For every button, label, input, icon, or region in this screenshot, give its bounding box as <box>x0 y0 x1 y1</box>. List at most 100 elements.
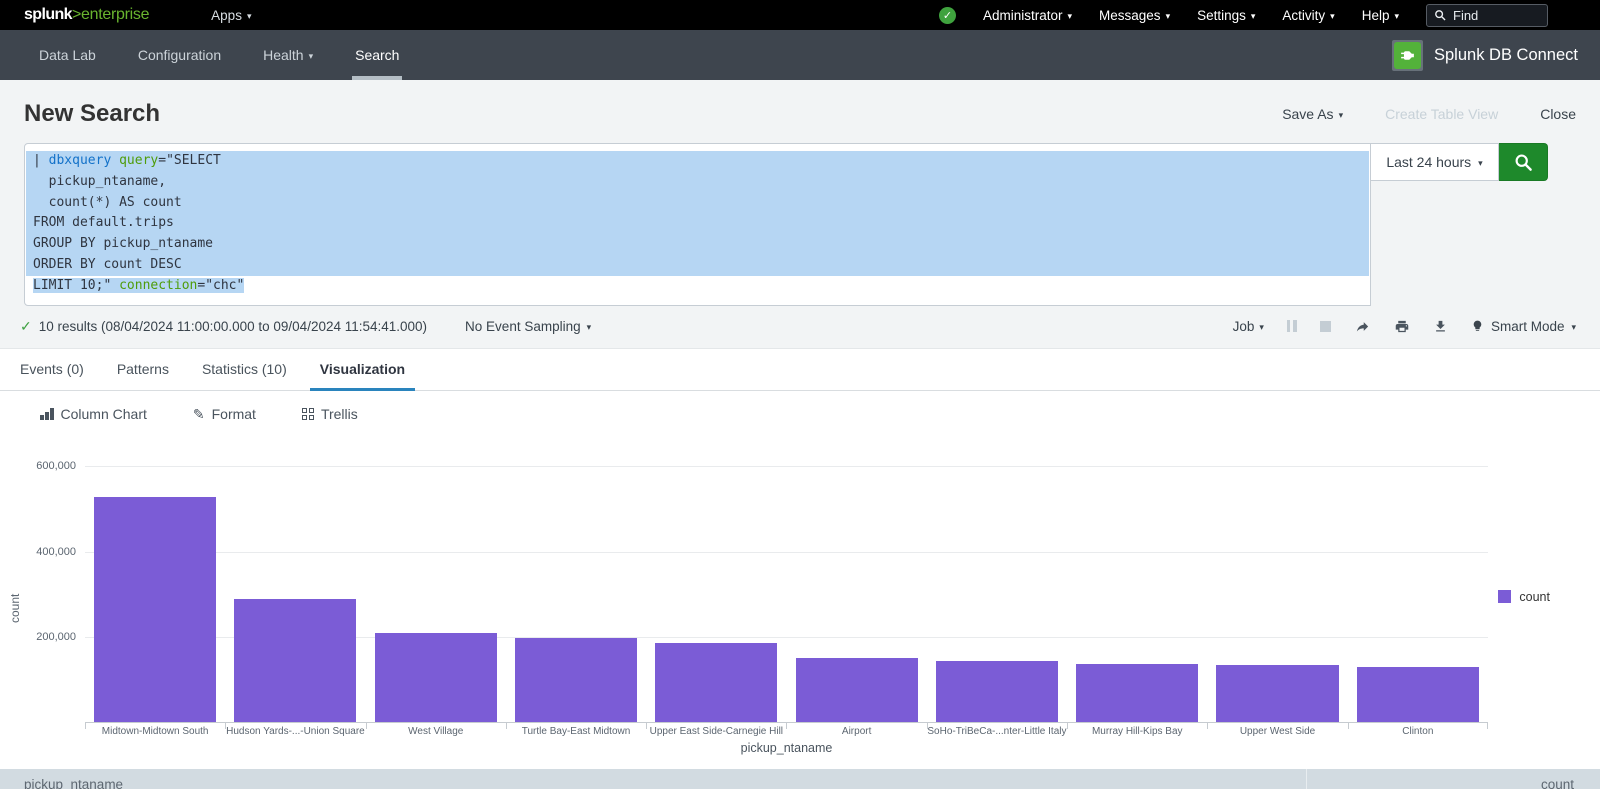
search-query-editor[interactable]: | dbxquery query="SELECT pickup_ntaname,… <box>24 143 1371 306</box>
apps-menu[interactable]: Apps ▾ <box>211 8 251 23</box>
chart-bar[interactable] <box>1076 664 1198 721</box>
x-tick-label: SoHo-TriBeCa-...nter-Little Italy <box>927 726 1067 737</box>
header-actions: Save As ▾ Create Table View Close <box>1282 106 1576 122</box>
chart-bar[interactable] <box>796 658 918 721</box>
export-button[interactable] <box>1433 319 1448 334</box>
apps-menu-label: Apps <box>211 8 242 23</box>
chart-type-label: Column Chart <box>61 406 147 422</box>
print-button[interactable] <box>1394 319 1410 334</box>
health-status-icon[interactable]: ✓ <box>939 7 956 24</box>
pencil-icon: ✎ <box>193 406 205 423</box>
job-controls: Job ▾ Smart Mode ▾ <box>1233 319 1576 334</box>
stats-table-header: pickup_ntaname count <box>0 769 1600 789</box>
caret-down-icon: ▾ <box>1166 12 1171 21</box>
save-as-button[interactable]: Save As ▾ <box>1282 106 1343 122</box>
tab-visualization[interactable]: Visualization <box>310 349 415 390</box>
chart-bar[interactable] <box>1216 665 1338 722</box>
appbar-tab-configuration[interactable]: Configuration <box>117 30 242 80</box>
find-search-box[interactable] <box>1426 4 1548 27</box>
x-tick-label: Upper East Side-Carnegie Hill <box>646 726 786 737</box>
splunk-logo-brand: splunk <box>24 6 72 23</box>
column-chart: count 200,000400,000600,000 Midtown-Midt… <box>0 441 1600 765</box>
caret-down-icon: ▾ <box>247 12 252 21</box>
lightbulb-icon <box>1471 319 1484 333</box>
query-line: ORDER BY count DESC <box>26 255 1369 276</box>
find-input[interactable] <box>1453 8 1533 23</box>
topbar-menu-messages[interactable]: Messages▾ <box>1099 8 1170 23</box>
topbar-menu-activity[interactable]: Activity▾ <box>1282 8 1334 23</box>
chart-type-button[interactable]: Column Chart <box>40 406 147 422</box>
visualization-toolbar: Column Chart ✎ Format Trellis <box>0 391 1600 433</box>
splunk-logo[interactable]: splunk>enterprise <box>24 6 149 24</box>
chart-category-cell <box>225 441 365 722</box>
appbar-tab-data-lab[interactable]: Data Lab <box>18 30 117 80</box>
time-range-picker[interactable]: Last 24 hours ▾ <box>1371 143 1499 181</box>
search-section: New Search Save As ▾ Create Table View C… <box>0 80 1600 348</box>
chart-category-cell <box>366 441 506 722</box>
caret-down-icon: ▾ <box>1394 12 1399 21</box>
create-table-view-button[interactable]: Create Table View <box>1385 106 1498 122</box>
job-menu[interactable]: Job ▾ <box>1233 319 1264 334</box>
job-label: Job <box>1233 319 1255 334</box>
chart-bar[interactable] <box>375 633 497 722</box>
download-icon <box>1433 319 1448 334</box>
pause-job-button[interactable] <box>1287 320 1297 332</box>
appbar-tab-search[interactable]: Search <box>334 30 420 80</box>
x-tick-label: Hudson Yards-...-Union Square <box>225 726 365 737</box>
event-sampling-label: No Event Sampling <box>465 319 581 334</box>
chart-category-cell <box>646 441 786 722</box>
stop-job-button[interactable] <box>1320 321 1331 332</box>
chart-category-cell <box>927 441 1067 722</box>
x-tick-label: Upper West Side <box>1207 726 1347 737</box>
topbar-menu-help[interactable]: Help▾ <box>1362 8 1399 23</box>
stats-column-count[interactable]: count <box>1306 769 1600 789</box>
chart-bar[interactable] <box>655 643 777 721</box>
caret-down-icon: ▾ <box>309 52 314 61</box>
appbar-tabs: Data LabConfigurationHealth▾Search <box>18 30 420 80</box>
query-line: pickup_ntaname, <box>26 172 1369 193</box>
check-icon: ✓ <box>943 9 952 22</box>
search-bar: | dbxquery query="SELECT pickup_ntaname,… <box>0 143 1600 306</box>
stop-icon <box>1320 321 1331 332</box>
chart-bar[interactable] <box>94 497 216 722</box>
chart-category-cell <box>1067 441 1207 722</box>
job-status-bar: ✓ 10 results (08/04/2024 11:00:00.000 to… <box>0 306 1600 348</box>
legend-label: count <box>1519 590 1550 604</box>
splunk-logo-suffix: >enterprise <box>72 6 149 23</box>
run-search-button[interactable] <box>1499 143 1548 181</box>
topbar-menu-settings[interactable]: Settings▾ <box>1197 8 1255 23</box>
share-job-button[interactable] <box>1354 319 1371 334</box>
chart-bar[interactable] <box>234 599 356 722</box>
stats-column-pickup-ntaname[interactable]: pickup_ntaname <box>0 769 1306 789</box>
topbar-menu-administrator[interactable]: Administrator▾ <box>983 8 1072 23</box>
chart-bar[interactable] <box>1357 667 1479 722</box>
search-mode-menu[interactable]: Smart Mode ▾ <box>1471 319 1576 334</box>
tab-patterns[interactable]: Patterns <box>107 349 179 390</box>
trellis-label: Trellis <box>321 406 358 422</box>
search-icon <box>1434 9 1447 22</box>
y-axis-title: count <box>8 593 22 622</box>
legend[interactable]: count <box>1498 590 1550 604</box>
db-connect-icon-frame <box>1392 40 1423 71</box>
smart-mode-label: Smart Mode <box>1491 319 1565 334</box>
save-as-label: Save As <box>1282 106 1333 122</box>
format-button[interactable]: ✎ Format <box>193 406 256 423</box>
caret-down-icon: ▾ <box>1571 323 1576 332</box>
app-name-label: Splunk DB Connect <box>1434 46 1578 65</box>
caret-down-icon: ▾ <box>1339 111 1344 120</box>
page-header: New Search Save As ▾ Create Table View C… <box>0 80 1600 143</box>
chart-bar[interactable] <box>936 661 1058 722</box>
tab-statistics-10[interactable]: Statistics (10) <box>192 349 297 390</box>
chart-bar[interactable] <box>515 638 637 721</box>
x-axis-title: pickup_ntaname <box>85 741 1488 755</box>
close-button[interactable]: Close <box>1540 106 1576 122</box>
printer-icon <box>1394 319 1410 334</box>
y-tick-label: 200,000 <box>0 631 76 643</box>
x-tick-label: West Village <box>366 726 506 737</box>
trellis-button[interactable]: Trellis <box>302 406 358 422</box>
time-range-label: Last 24 hours <box>1386 154 1471 170</box>
event-sampling-menu[interactable]: No Event Sampling ▾ <box>465 319 591 334</box>
tab-events-0[interactable]: Events (0) <box>10 349 94 390</box>
appbar-tab-health[interactable]: Health▾ <box>242 30 334 80</box>
share-icon <box>1354 319 1371 334</box>
